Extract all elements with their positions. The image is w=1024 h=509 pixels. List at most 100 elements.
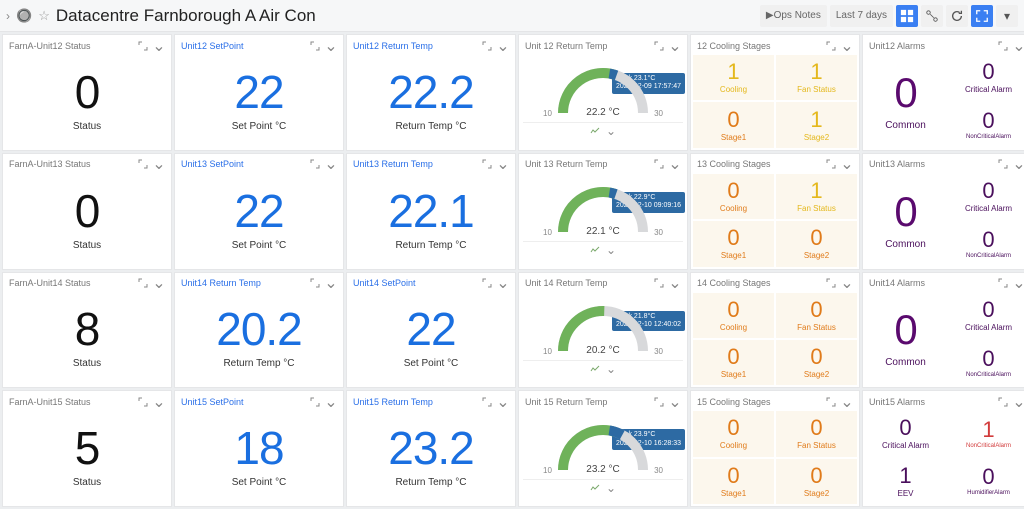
time-range-picker[interactable]: Last 7 days xyxy=(830,5,893,27)
panel-expand-icon[interactable] xyxy=(825,277,837,289)
panel-menu-icon[interactable]: ⌄ xyxy=(1013,158,1024,170)
panel-expand-icon[interactable] xyxy=(137,396,149,408)
panel-menu-icon[interactable]: ⌄ xyxy=(325,40,337,52)
alarm-common: 0 Common xyxy=(865,55,946,148)
cell-value: 0 xyxy=(810,227,822,249)
panel-expand-icon[interactable] xyxy=(997,396,1009,408)
panel-expand-icon[interactable] xyxy=(653,277,665,289)
panel-expand-icon[interactable] xyxy=(481,40,493,52)
panel-title: Unit14 Return Temp xyxy=(181,278,261,288)
panel-expand-icon[interactable] xyxy=(137,277,149,289)
cell-value: 1 xyxy=(899,465,911,487)
panel-value: 22.1 xyxy=(388,188,474,234)
stat-cell: 0 Stage1 xyxy=(693,340,774,385)
panel-expand-icon[interactable] xyxy=(309,40,321,52)
panel-expand-icon[interactable] xyxy=(997,158,1009,170)
cell-value: 0 xyxy=(982,229,994,251)
collapse-icon[interactable]: ⌄ xyxy=(606,244,616,256)
panel-menu-icon[interactable]: ⌄ xyxy=(669,158,681,170)
gauge-min: 10 xyxy=(543,109,552,118)
dropdown-chevron-icon[interactable]: ▾ xyxy=(996,5,1018,27)
panel-menu-icon[interactable]: ⌄ xyxy=(669,277,681,289)
panel-label: Set Point °C xyxy=(232,121,287,132)
panel-title: Unit12 Return Temp xyxy=(353,41,433,51)
panel-expand-icon[interactable] xyxy=(997,277,1009,289)
gauge-min: 10 xyxy=(543,347,552,356)
panel-menu-icon[interactable]: ⌄ xyxy=(153,396,165,408)
value-panel: Unit13 SetPoint ⌄ 22 Set Point °C xyxy=(174,153,344,270)
panel-menu-icon[interactable]: ⌄ xyxy=(1013,396,1024,408)
panel-title: Unit12 SetPoint xyxy=(181,41,244,51)
panel-menu-icon[interactable]: ⌄ xyxy=(325,158,337,170)
panel-label: Set Point °C xyxy=(404,358,459,369)
panel-menu-icon[interactable]: ⌄ xyxy=(325,277,337,289)
panel-menu-icon[interactable]: ⌄ xyxy=(497,277,509,289)
dashboard-logo-icon: 🔘 xyxy=(16,8,32,24)
panel-expand-icon[interactable] xyxy=(309,277,321,289)
panel-menu-icon[interactable]: ⌄ xyxy=(841,277,853,289)
collapse-icon[interactable]: ⌄ xyxy=(606,125,616,137)
panel-expand-icon[interactable] xyxy=(653,158,665,170)
panel-expand-icon[interactable] xyxy=(137,40,149,52)
panel-expand-icon[interactable] xyxy=(481,396,493,408)
cell-value: 0 xyxy=(982,348,994,370)
panel-menu-icon[interactable]: ⌄ xyxy=(153,40,165,52)
panel-title: Unit 12 Return Temp xyxy=(525,41,607,51)
cell-value: 0 xyxy=(982,299,994,321)
panel-expand-icon[interactable] xyxy=(653,396,665,408)
panel-menu-icon[interactable]: ⌄ xyxy=(669,396,681,408)
panel-label: Return Temp °C xyxy=(395,477,466,488)
panel-expand-icon[interactable] xyxy=(137,158,149,170)
breadcrumb-chevron-icon[interactable]: › xyxy=(6,9,10,23)
panel-expand-icon[interactable] xyxy=(309,396,321,408)
spark-icon[interactable] xyxy=(590,364,600,374)
refresh-icon[interactable] xyxy=(946,5,968,27)
panel-expand-icon[interactable] xyxy=(309,158,321,170)
panel-expand-icon[interactable] xyxy=(653,40,665,52)
alarm-panel: Unit14 Alarms ⌄ 0 Common 0 Critical Alar… xyxy=(862,272,1024,389)
stat-cell: 0 Stage2 xyxy=(776,221,857,266)
layout-icon[interactable] xyxy=(921,5,943,27)
panel-expand-icon[interactable] xyxy=(481,158,493,170)
stat-cell: 0 Stage1 xyxy=(693,459,774,504)
panel-menu-icon[interactable]: ⌄ xyxy=(669,40,681,52)
panel-value: 0 xyxy=(75,69,100,115)
panel-menu-icon[interactable]: ⌄ xyxy=(841,158,853,170)
panel-menu-icon[interactable]: ⌄ xyxy=(841,396,853,408)
cell-label: HumidifierAlarm xyxy=(967,490,1010,496)
collapse-icon[interactable]: ⌄ xyxy=(606,482,616,494)
fullscreen-icon[interactable] xyxy=(971,5,993,27)
panel-menu-icon[interactable]: ⌄ xyxy=(841,40,853,52)
collapse-icon[interactable]: ⌄ xyxy=(606,363,616,375)
spark-icon[interactable] xyxy=(590,245,600,255)
stat-cell: 0 Fan Status xyxy=(776,411,857,456)
panel-expand-icon[interactable] xyxy=(825,396,837,408)
page-header: › 🔘 ☆ Datacentre Farnborough A Air Con ▶… xyxy=(0,0,1024,32)
panel-title: Unit15 Return Temp xyxy=(353,397,433,407)
panel-menu-icon[interactable]: ⌄ xyxy=(497,158,509,170)
ops-notes-button[interactable]: ▶ Ops Notes xyxy=(760,5,827,27)
star-favorite-icon[interactable]: ☆ xyxy=(38,8,50,24)
panel-expand-icon[interactable] xyxy=(825,40,837,52)
panel-menu-icon[interactable]: ⌄ xyxy=(153,158,165,170)
spark-icon[interactable] xyxy=(590,126,600,136)
panel-menu-icon[interactable]: ⌄ xyxy=(1013,40,1024,52)
panel-expand-icon[interactable] xyxy=(997,40,1009,52)
cell-value: 0 xyxy=(810,299,822,321)
alarm-label: Common xyxy=(885,239,926,250)
grid-view-icon[interactable] xyxy=(896,5,918,27)
cell-value: 0 xyxy=(727,109,739,131)
panel-menu-icon[interactable]: ⌄ xyxy=(325,396,337,408)
panel-expand-icon[interactable] xyxy=(825,158,837,170)
stat-cell: 0 Stage1 xyxy=(693,221,774,266)
panel-menu-icon[interactable]: ⌄ xyxy=(1013,277,1024,289)
alarm-cell: 1 NonCriticalAlarm xyxy=(948,411,1024,456)
panel-menu-icon[interactable]: ⌄ xyxy=(497,40,509,52)
panel-menu-icon[interactable]: ⌄ xyxy=(497,396,509,408)
stat-cell: 1 Fan Status xyxy=(776,174,857,219)
spark-icon[interactable] xyxy=(590,483,600,493)
panel-title: 12 Cooling Stages xyxy=(697,41,771,51)
panel-expand-icon[interactable] xyxy=(481,277,493,289)
panel-menu-icon[interactable]: ⌄ xyxy=(153,277,165,289)
panel-title: Unit14 Alarms xyxy=(869,278,925,288)
